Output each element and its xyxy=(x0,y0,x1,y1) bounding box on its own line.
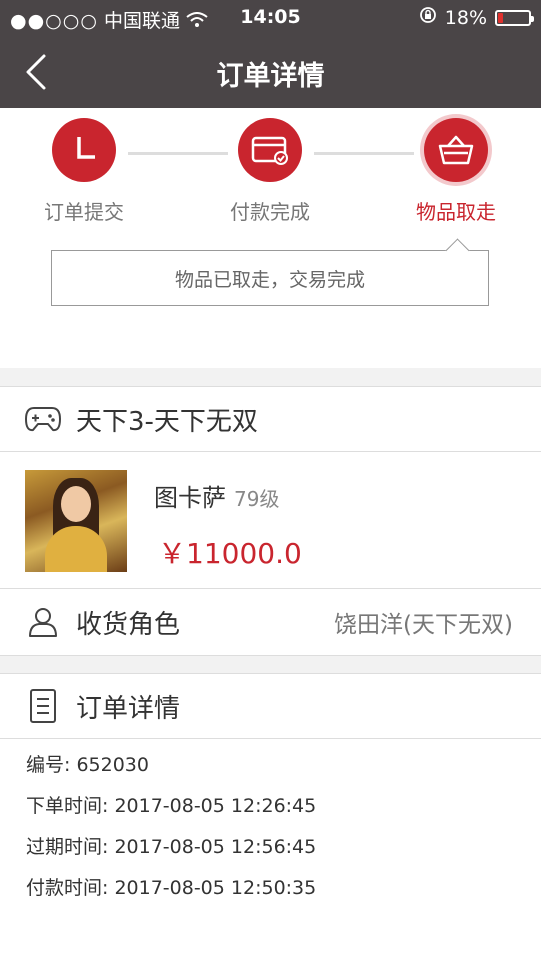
basket-icon xyxy=(424,118,488,182)
battery-fill xyxy=(498,12,503,23)
product-price: ￥11000.0 xyxy=(158,537,302,570)
order-created-time: 下单时间: 2017-08-05 12:26:45 xyxy=(26,795,317,817)
section-divider xyxy=(0,656,541,673)
step-paid: 付款完成 xyxy=(205,118,335,225)
status-bar: ●●○○○ 中国联通 14:05 18% xyxy=(0,0,541,36)
battery-icon xyxy=(495,9,534,26)
tooltip-arrow xyxy=(445,238,470,263)
card-paid-icon xyxy=(238,118,302,182)
rotation-lock-icon xyxy=(419,6,437,29)
game-name: 天下3-天下无双 xyxy=(76,406,258,437)
order-progress: 订单提交 付款完成 物品取走 物品已取走，交易完成 xyxy=(0,108,541,368)
order-details-header: 订单详情 xyxy=(0,673,541,739)
order-paid-time: 付款时间: 2017-08-05 12:50:35 xyxy=(26,877,317,899)
game-header: 天下3-天下无双 xyxy=(0,386,541,452)
app-header: ●●○○○ 中国联通 14:05 18% 订单详情 xyxy=(0,0,541,108)
order-details-heading: 订单详情 xyxy=(76,693,181,724)
gamepad-icon xyxy=(24,400,62,438)
status-right: 18% xyxy=(419,6,534,29)
document-icon xyxy=(24,687,62,725)
status-tooltip: 物品已取走，交易完成 xyxy=(51,238,489,306)
page-title: 订单详情 xyxy=(216,61,325,92)
product-card[interactable]: 图卡萨 79级 ￥11000.0 xyxy=(0,452,541,588)
user-icon xyxy=(24,603,62,641)
battery-percent: 18% xyxy=(444,6,487,29)
receiver-label: 收货角色 xyxy=(76,609,181,640)
clock-icon xyxy=(52,118,116,182)
section-divider xyxy=(0,368,541,386)
thumbnail-face xyxy=(61,486,91,522)
character-level: 79级 xyxy=(234,487,280,511)
order-expire-time: 过期时间: 2017-08-05 12:56:45 xyxy=(26,836,317,858)
step-submitted: 订单提交 xyxy=(19,118,149,225)
order-number: 编号: 652030 xyxy=(26,754,149,776)
receiver-row: 收货角色 饶田洋(天下无双) xyxy=(0,588,541,656)
step-label: 订单提交 xyxy=(44,200,124,224)
status-message: 物品已取走，交易完成 xyxy=(174,268,365,291)
receiver-value: 饶田洋(天下无双) xyxy=(334,612,513,638)
step-picked-up: 物品取走 xyxy=(391,118,521,225)
character-thumbnail xyxy=(25,470,127,572)
character-info: 图卡萨 79级 xyxy=(154,478,279,513)
step-label: 付款完成 xyxy=(230,200,310,224)
step-label: 物品取走 xyxy=(416,200,496,224)
nav-bar: 订单详情 xyxy=(0,36,541,108)
character-name: 图卡萨 xyxy=(154,484,226,512)
